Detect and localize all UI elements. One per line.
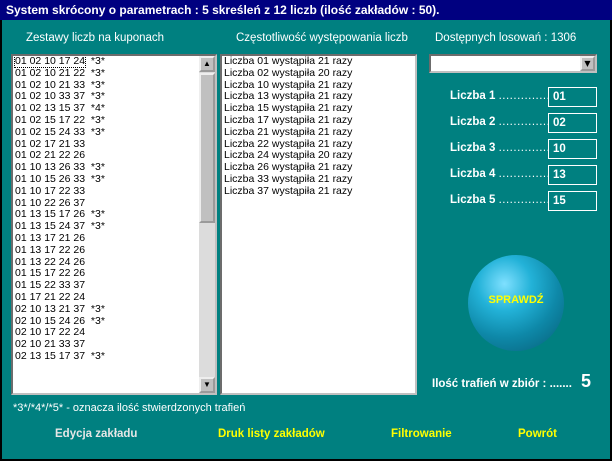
coupon-list[interactable]: 01 02 10 17 24 *3* 01 02 10 21 22 *3* 01 0… [11,54,217,395]
coupon-numbers: 01 02 10 21 22 [15,66,86,79]
coupon-numbers: 01 13 22 24 26 [15,255,86,268]
hit-mark: *3* [90,172,105,185]
frequency-header: Częstotliwość występowania liczb [236,32,408,44]
coupon-scrollbar[interactable]: ▲ ▼ [199,56,215,393]
frequency-row[interactable]: Liczba 21 wystąpiła 21 razy [222,126,415,139]
number-label-3: Liczba 3 .............. [450,142,550,154]
hits-value: 5 [581,371,592,391]
coupon-numbers: 01 13 17 21 26 [15,231,86,244]
frequency-rows: Liczba 01 wystąpiła 21 razy Liczba 02 wys… [222,56,415,198]
hit-mark: *3* [90,349,105,362]
coupon-numbers: 02 10 15 24 26 [15,314,86,327]
number-label-dots: .............. [498,168,551,180]
coupon-numbers: 01 10 22 26 37 [15,196,86,209]
scroll-down-button[interactable]: ▼ [199,377,215,393]
coupon-numbers: 01 13 17 22 26 [15,243,86,256]
hit-mark: *3* [90,302,105,315]
available-draws-label: Dostępnych losowań : 1306 [435,32,577,44]
coupon-numbers: 02 10 21 33 37 [15,338,86,351]
down-arrow-icon: ▼ [203,380,211,389]
number-label-text: Liczba 5 [450,194,496,206]
filter-button[interactable]: Filtrowanie [391,428,452,440]
coupon-numbers: 01 17 21 22 24 [15,290,86,303]
up-arrow-icon: ▲ [203,59,211,68]
draw-select[interactable]: ▼ [429,54,597,73]
window-title: System skrócony o parametrach : 5 skreśl… [0,0,612,20]
number-label-dots: .............. [498,116,551,128]
coupon-numbers: 02 10 13 21 37 [15,302,86,315]
app-window: System skrócony o parametrach : 5 skreśl… [0,0,612,461]
legend-text: *3*/*4*/*5* - oznacza ilość stwierdzonyc… [13,402,246,414]
number-label-4: Liczba 4 .............. [450,168,550,180]
number-field-3[interactable]: 10 [548,139,597,159]
hit-mark: *3* [90,66,105,79]
scroll-up-button[interactable]: ▲ [199,56,215,72]
frequency-row[interactable]: Liczba 33 wystąpiła 21 razy [222,173,415,186]
coupon-numbers: 01 02 10 33 37 [15,90,86,103]
frequency-list[interactable]: Liczba 01 wystąpiła 21 razy Liczba 02 wys… [220,54,417,395]
number-field-5[interactable]: 15 [548,191,597,211]
number-field-1[interactable]: 01 [548,87,597,107]
dropdown-button[interactable]: ▼ [580,56,595,71]
number-label-text: Liczba 4 [450,168,496,180]
hit-mark: *3* [90,314,105,327]
hit-mark: *3* [90,113,105,126]
back-button[interactable]: Powrót [518,428,557,440]
coupon-numbers: 01 02 10 17 24 [13,55,87,68]
check-button-label: SPRAWDŹ [488,294,544,306]
coupon-numbers: 01 10 13 26 33 [15,161,86,174]
coupons-header: Zestawy liczb na kuponach [26,32,165,44]
hit-mark: *3* [90,220,105,233]
coupon-rows: 01 02 10 17 24 *3* 01 02 10 21 22 *3* 01 0… [13,56,215,363]
chevron-down-icon: ▼ [584,59,591,68]
number-label-2: Liczba 2 .............. [450,116,550,128]
coupon-numbers: 01 02 13 15 37 [15,102,86,115]
coupon-numbers: 01 15 22 33 37 [15,279,86,292]
hits-label: Ilość trafień w zbiór : ....... [432,378,572,390]
coupon-numbers: 02 13 15 17 37 [15,349,86,362]
number-field-2[interactable]: 02 [548,113,597,133]
frequency-row[interactable]: Liczba 17 wystąpiła 21 razy [222,114,415,127]
coupon-numbers: 01 10 17 22 33 [15,184,86,197]
coupon-numbers: 01 02 15 24 33 [15,125,86,138]
coupon-numbers: 01 02 10 21 33 [15,78,86,91]
number-label-text: Liczba 1 [450,90,496,102]
coupon-numbers: 01 02 15 17 22 [15,113,86,126]
coupon-numbers: 01 02 21 22 26 [15,149,86,162]
scroll-thumb[interactable] [199,73,215,223]
number-label-dots: .............. [498,142,551,154]
number-field-4[interactable]: 13 [548,165,597,185]
number-label-text: Liczba 3 [450,142,496,154]
coupon-numbers: 01 13 15 24 37 [15,220,86,233]
coupon-numbers: 01 13 15 17 26 [15,208,86,221]
coupon-numbers: 02 10 17 22 24 [15,326,86,339]
number-label-dots: .............. [498,194,551,206]
frequency-row[interactable]: Liczba 02 wystąpiła 20 razy [222,67,415,80]
frequency-row[interactable]: Liczba 37 wystąpiła 21 razy [222,185,415,198]
edit-bet-button[interactable]: Edycja zakładu [55,428,137,440]
coupon-numbers: 01 02 17 21 33 [15,137,86,150]
number-label-5: Liczba 5 .............. [450,194,550,206]
number-label-dots: .............. [498,90,551,102]
coupon-row[interactable]: 02 13 15 17 37 *3* [13,349,215,363]
coupon-numbers: 01 10 15 26 33 [15,172,86,185]
number-label-text: Liczba 2 [450,116,496,128]
number-label-1: Liczba 1 .............. [450,90,550,102]
main-panel: Zestawy liczb na kuponach Częstotliwość … [2,20,610,459]
print-list-button[interactable]: Druk listy zakładów [218,428,325,440]
coupon-numbers: 01 15 17 22 26 [15,267,86,280]
hit-mark: *3* [90,125,105,138]
